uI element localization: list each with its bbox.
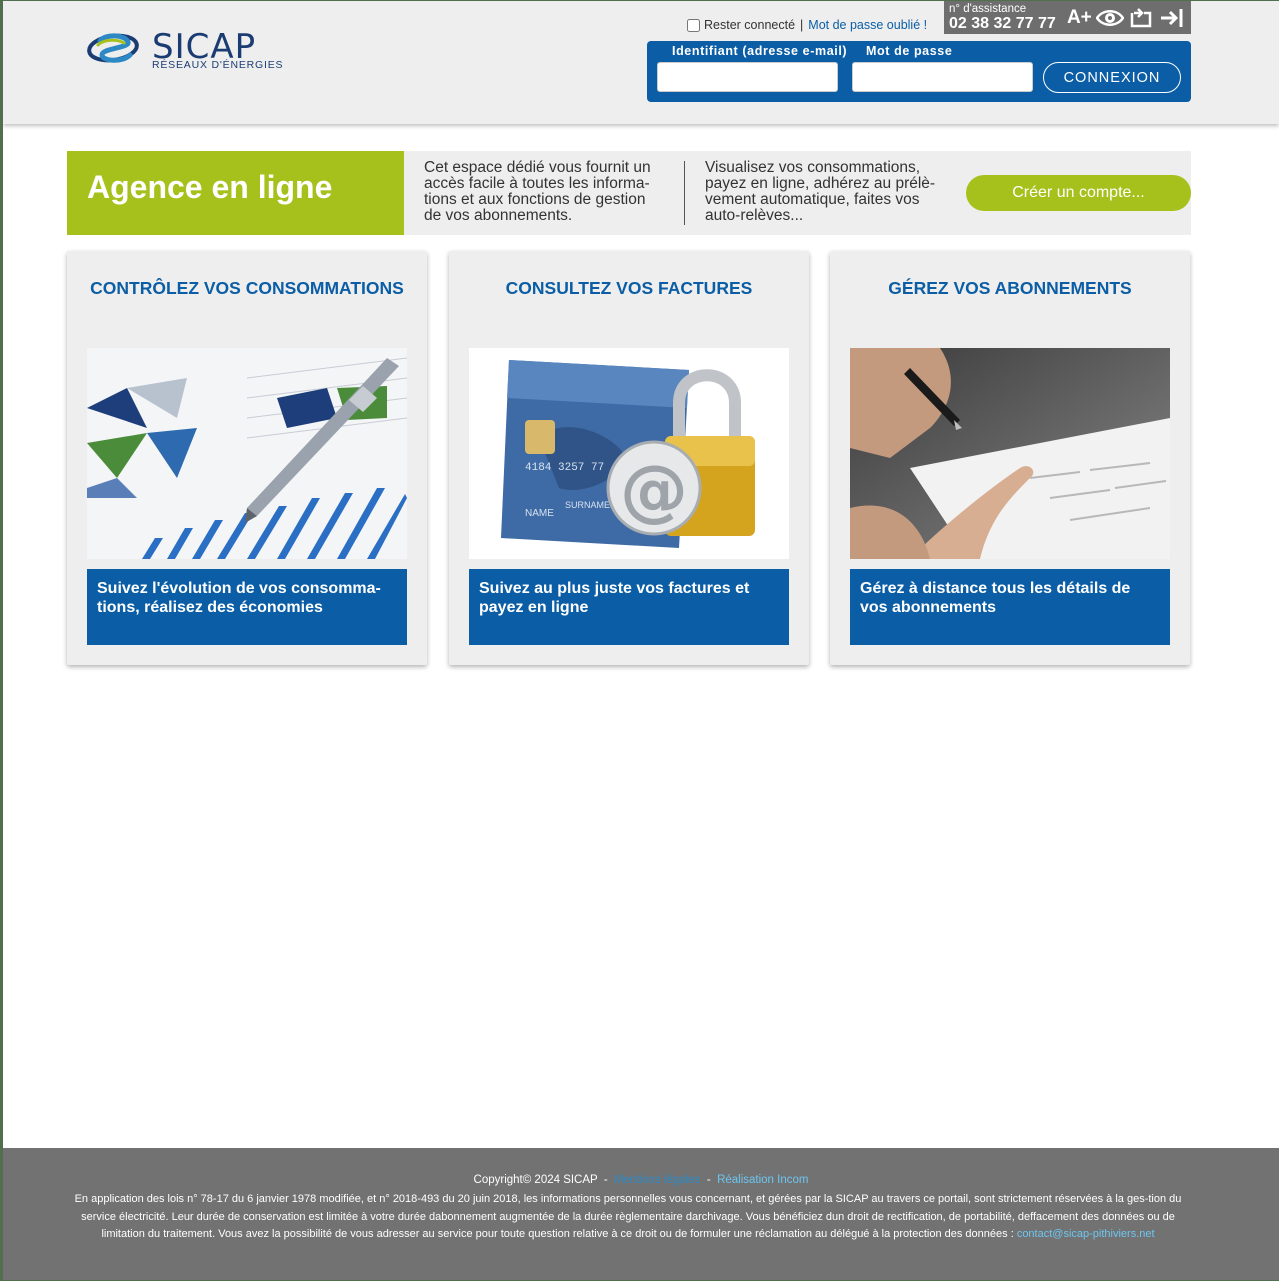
card-consumption[interactable]: CONTRÔLEZ VOS CONSOMMATIONS Suivez l'évo… xyxy=(67,251,427,665)
forgot-password-link[interactable]: Mot de passe oublié ! xyxy=(808,18,927,32)
sicap-logo[interactable]: SICAP RÉSEAUX D'ÉNERGIES xyxy=(86,25,306,75)
card-subscriptions[interactable]: GÉREZ VOS ABONNEMENTS Gérez à distance t… xyxy=(830,251,1190,665)
assistance-label: n° d'assistance xyxy=(949,3,1027,15)
assistance-box: n° d'assistance 02 38 32 77 77 xyxy=(944,1,1060,34)
legal-notice-link[interactable]: Mentions légales xyxy=(614,1174,700,1186)
create-account-button[interactable]: Créer un compte... xyxy=(966,175,1191,211)
banner-text-features: Visualisez vos consommations, payez en l… xyxy=(705,159,936,224)
eye-icon-svg xyxy=(1096,9,1125,26)
card-caption: Gérez à distance tous les détails de vos… xyxy=(850,569,1170,645)
footer-legal-text: En application des lois n° 78-17 du 6 ja… xyxy=(63,1191,1193,1244)
card-number-text: 4184 3257 77 xyxy=(525,462,604,474)
consumption-chart-illustration xyxy=(87,348,407,559)
logo-tagline: RÉSEAUX D'ÉNERGIES xyxy=(152,59,284,71)
contrast-toggle-svg xyxy=(1130,7,1152,27)
credit-card-padlock-illustration: 4184 3257 77 NAME SURNAME @ xyxy=(469,348,789,559)
eye-icon[interactable] xyxy=(1096,4,1125,32)
invoices-image: 4184 3257 77 NAME SURNAME @ xyxy=(469,348,789,559)
card-name-text: NAME xyxy=(525,508,554,519)
card-invoices[interactable]: CONSULTEZ VOS FACTURES 4184 3257 77 NAME… xyxy=(449,251,809,665)
logout-icon[interactable] xyxy=(1158,4,1186,32)
accessibility-toolbar: A+ xyxy=(1060,1,1191,34)
card-title: CONTRÔLEZ VOS CONSOMMATIONS xyxy=(90,278,404,298)
page: SICAP RÉSEAUX D'ÉNERGIES Rester connecté… xyxy=(3,1,1279,1280)
credit-link[interactable]: Réalisation Incom xyxy=(717,1174,808,1186)
card-surname-text: SURNAME xyxy=(565,500,610,510)
logout-svg xyxy=(1160,8,1183,27)
separator: - xyxy=(706,1174,711,1186)
footer-copyright-line: Copyright© 2024 SICAP - Mentions légales… xyxy=(3,1174,1279,1186)
site-footer: Copyright© 2024 SICAP - Mentions légales… xyxy=(3,1148,1279,1280)
banner-divider xyxy=(684,161,685,225)
contrast-toggle-icon[interactable] xyxy=(1127,4,1155,32)
card-caption: Suivez l'évolution de vos consomma-tions… xyxy=(87,569,407,645)
remember-me-label: Rester connecté xyxy=(704,18,796,32)
email-field-label: Identifiant (adresse e-mail) xyxy=(672,44,848,58)
consumption-chart-image xyxy=(87,348,407,559)
site-header: SICAP RÉSEAUX D'ÉNERGIES Rester connecté… xyxy=(3,1,1279,124)
banner-title-block: Agence en ligne xyxy=(67,151,404,235)
hand-signing-illustration xyxy=(850,348,1170,559)
remember-me-checkbox[interactable] xyxy=(687,18,700,32)
card-title: CONSULTEZ VOS FACTURES xyxy=(505,278,753,298)
password-field[interactable] xyxy=(852,62,1033,92)
remember-me[interactable]: Rester connecté | Mot de passe oublié ! xyxy=(687,18,927,32)
assistance-number: 02 38 32 77 77 xyxy=(949,15,1056,32)
sicap-logo-mark-icon xyxy=(87,33,139,63)
separator: | xyxy=(800,18,804,32)
subscriptions-image xyxy=(850,348,1170,559)
password-field-label: Mot de passe xyxy=(866,44,953,58)
page-title: Agence en ligne xyxy=(87,169,333,205)
login-form: Identifiant (adresse e-mail) Mot de pass… xyxy=(647,41,1191,102)
separator: - xyxy=(603,1174,608,1186)
at-symbol-text: @ xyxy=(620,451,688,530)
font-size-icon[interactable]: A+ xyxy=(1065,4,1093,32)
banner-text-intro: Cet espace dédié vous fournit un accès f… xyxy=(424,159,651,224)
card-title: GÉREZ VOS ABONNEMENTS xyxy=(888,278,1132,298)
intro-banner: Agence en ligne Cet espace dédié vous fo… xyxy=(67,151,1191,235)
card-caption: Suivez au plus juste vos factures et pay… xyxy=(469,569,789,645)
copyright-text: Copyright© 2024 SICAP xyxy=(473,1174,598,1186)
contact-email-link[interactable]: contact@sicap-pithiviers.net xyxy=(1017,1228,1155,1240)
privacy-notice: En application des lois n° 78-17 du 6 ja… xyxy=(74,1193,1182,1240)
login-button[interactable]: CONNEXION xyxy=(1043,62,1181,93)
email-field[interactable] xyxy=(657,62,838,92)
